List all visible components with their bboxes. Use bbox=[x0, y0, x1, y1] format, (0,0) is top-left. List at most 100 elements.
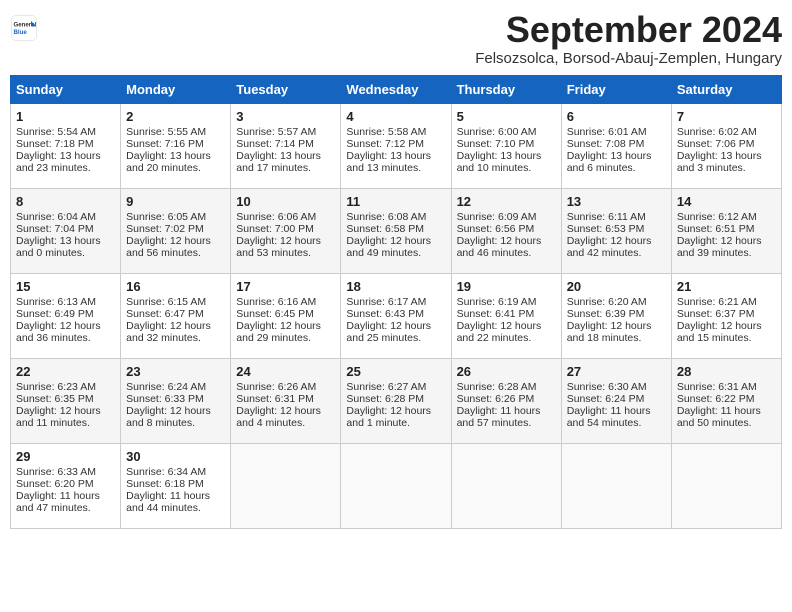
day-number: 1 bbox=[16, 109, 115, 124]
cell-line: Daylight: 11 hours bbox=[677, 405, 776, 417]
calendar-cell: 19Sunrise: 6:19 AMSunset: 6:41 PMDayligh… bbox=[451, 273, 561, 358]
cell-line: Daylight: 12 hours bbox=[16, 320, 115, 332]
cell-line: Daylight: 13 hours bbox=[346, 150, 445, 162]
day-number: 29 bbox=[16, 449, 115, 464]
cell-line: Sunset: 6:41 PM bbox=[457, 308, 556, 320]
cell-line: Sunrise: 6:28 AM bbox=[457, 381, 556, 393]
day-number: 13 bbox=[567, 194, 666, 209]
cell-line: Daylight: 12 hours bbox=[236, 235, 335, 247]
cell-line: and 44 minutes. bbox=[126, 502, 225, 514]
day-header-sunday: Sunday bbox=[11, 75, 121, 103]
calendar-cell: 18Sunrise: 6:17 AMSunset: 6:43 PMDayligh… bbox=[341, 273, 451, 358]
cell-line: Sunrise: 6:15 AM bbox=[126, 296, 225, 308]
calendar-cell: 30Sunrise: 6:34 AMSunset: 6:18 PMDayligh… bbox=[121, 443, 231, 528]
calendar-cell: 14 Sunrise: 6:12 AMSunset: 6:51 PMDayligh… bbox=[671, 188, 781, 273]
cell-line: Daylight: 12 hours bbox=[346, 320, 445, 332]
cell-line: Sunrise: 6:13 AM bbox=[16, 296, 115, 308]
calendar-cell: 1 Sunrise: 5:54 AMSunset: 7:18 PMDaylight… bbox=[11, 103, 121, 188]
day-number: 15 bbox=[16, 279, 115, 294]
cell-line: Sunset: 6:31 PM bbox=[236, 393, 335, 405]
calendar-cell bbox=[451, 443, 561, 528]
cell-line: Sunset: 6:43 PM bbox=[346, 308, 445, 320]
cell-line: and 32 minutes. bbox=[126, 332, 225, 344]
cell-line: and 50 minutes. bbox=[677, 417, 776, 429]
week-row-2: 8Sunrise: 6:04 AMSunset: 7:04 PMDaylight… bbox=[11, 188, 782, 273]
cell-line: Daylight: 12 hours bbox=[567, 235, 666, 247]
cell-line: Daylight: 13 hours bbox=[567, 150, 666, 162]
cell-line: Sunrise: 6:26 AM bbox=[236, 381, 335, 393]
day-number: 5 bbox=[457, 109, 556, 124]
calendar-table: SundayMondayTuesdayWednesdayThursdayFrid… bbox=[10, 75, 782, 529]
month-title: September 2024 bbox=[475, 10, 782, 50]
cell-line: and 0 minutes. bbox=[16, 247, 115, 259]
cell-line: Sunrise: 6:30 AM bbox=[567, 381, 666, 393]
calendar-cell: 11Sunrise: 6:08 AMSunset: 6:58 PMDayligh… bbox=[341, 188, 451, 273]
day-number: 14 bbox=[677, 194, 776, 209]
cell-line: Sunset: 7:18 PM bbox=[16, 138, 115, 150]
cell-line: Sunrise: 6:17 AM bbox=[346, 296, 445, 308]
subtitle: Felsozsolca, Borsod-Abauj-Zemplen, Hunga… bbox=[475, 50, 782, 67]
calendar-cell: 12Sunrise: 6:09 AMSunset: 6:56 PMDayligh… bbox=[451, 188, 561, 273]
cell-line: Sunrise: 6:21 AM bbox=[677, 296, 776, 308]
day-header-thursday: Thursday bbox=[451, 75, 561, 103]
calendar-cell: 16Sunrise: 6:15 AMSunset: 6:47 PMDayligh… bbox=[121, 273, 231, 358]
cell-line: and 20 minutes. bbox=[126, 162, 225, 174]
cell-line: Sunset: 6:49 PM bbox=[16, 308, 115, 320]
cell-line: Sunrise: 5:58 AM bbox=[346, 126, 445, 138]
cell-line: and 3 minutes. bbox=[677, 162, 776, 174]
cell-line: Sunset: 7:10 PM bbox=[457, 138, 556, 150]
cell-line: Sunrise: 6:00 AM bbox=[457, 126, 556, 138]
header: General Blue September 2024 Felsozsolca,… bbox=[10, 10, 782, 67]
calendar-cell: 9Sunrise: 6:05 AMSunset: 7:02 PMDaylight… bbox=[121, 188, 231, 273]
cell-line: and 17 minutes. bbox=[236, 162, 335, 174]
cell-line: Sunrise: 6:20 AM bbox=[567, 296, 666, 308]
cell-line: Sunrise: 6:06 AM bbox=[236, 211, 335, 223]
cell-line: Daylight: 12 hours bbox=[346, 405, 445, 417]
cell-line: and 1 minute. bbox=[346, 417, 445, 429]
cell-line: Sunset: 6:26 PM bbox=[457, 393, 556, 405]
cell-line: and 29 minutes. bbox=[236, 332, 335, 344]
calendar-cell: 7Sunrise: 6:02 AMSunset: 7:06 PMDaylight… bbox=[671, 103, 781, 188]
cell-line: and 6 minutes. bbox=[567, 162, 666, 174]
cell-line: Sunrise: 5:55 AM bbox=[126, 126, 225, 138]
day-number: 25 bbox=[346, 364, 445, 379]
cell-line: Sunset: 6:33 PM bbox=[126, 393, 225, 405]
cell-line: Daylight: 12 hours bbox=[126, 320, 225, 332]
cell-line: Sunset: 7:04 PM bbox=[16, 223, 115, 235]
cell-line: Daylight: 13 hours bbox=[16, 150, 115, 162]
cell-line: Daylight: 11 hours bbox=[16, 490, 115, 502]
cell-line: and 25 minutes. bbox=[346, 332, 445, 344]
calendar-cell: 15 Sunrise: 6:13 AMSunset: 6:49 PMDayligh… bbox=[11, 273, 121, 358]
cell-line: Sunrise: 5:54 AM bbox=[16, 126, 115, 138]
day-number: 2 bbox=[126, 109, 225, 124]
cell-line: Daylight: 12 hours bbox=[346, 235, 445, 247]
cell-line: Daylight: 12 hours bbox=[677, 320, 776, 332]
cell-line: Sunrise: 6:12 AM bbox=[677, 211, 776, 223]
calendar-cell bbox=[341, 443, 451, 528]
cell-line: Sunset: 6:39 PM bbox=[567, 308, 666, 320]
calendar-cell: 24Sunrise: 6:26 AMSunset: 6:31 PMDayligh… bbox=[231, 358, 341, 443]
calendar-cell: 10Sunrise: 6:06 AMSunset: 7:00 PMDayligh… bbox=[231, 188, 341, 273]
cell-line: Sunset: 6:35 PM bbox=[16, 393, 115, 405]
cell-line: Daylight: 12 hours bbox=[677, 235, 776, 247]
calendar-cell bbox=[671, 443, 781, 528]
cell-line: and 57 minutes. bbox=[457, 417, 556, 429]
cell-line: Sunrise: 6:23 AM bbox=[16, 381, 115, 393]
cell-line: Sunrise: 6:04 AM bbox=[16, 211, 115, 223]
calendar-cell: 22Sunrise: 6:23 AMSunset: 6:35 PMDayligh… bbox=[11, 358, 121, 443]
day-number: 6 bbox=[567, 109, 666, 124]
cell-line: Sunset: 7:16 PM bbox=[126, 138, 225, 150]
day-number: 12 bbox=[457, 194, 556, 209]
cell-line: and 49 minutes. bbox=[346, 247, 445, 259]
day-header-wednesday: Wednesday bbox=[341, 75, 451, 103]
day-number: 11 bbox=[346, 194, 445, 209]
cell-line: Daylight: 13 hours bbox=[677, 150, 776, 162]
cell-line: Sunrise: 6:31 AM bbox=[677, 381, 776, 393]
cell-line: and 22 minutes. bbox=[457, 332, 556, 344]
calendar-cell: 21Sunrise: 6:21 AMSunset: 6:37 PMDayligh… bbox=[671, 273, 781, 358]
calendar-cell: 26Sunrise: 6:28 AMSunset: 6:26 PMDayligh… bbox=[451, 358, 561, 443]
cell-line: Sunset: 6:53 PM bbox=[567, 223, 666, 235]
day-number: 17 bbox=[236, 279, 335, 294]
cell-line: Sunset: 6:51 PM bbox=[677, 223, 776, 235]
svg-text:Blue: Blue bbox=[14, 29, 28, 36]
